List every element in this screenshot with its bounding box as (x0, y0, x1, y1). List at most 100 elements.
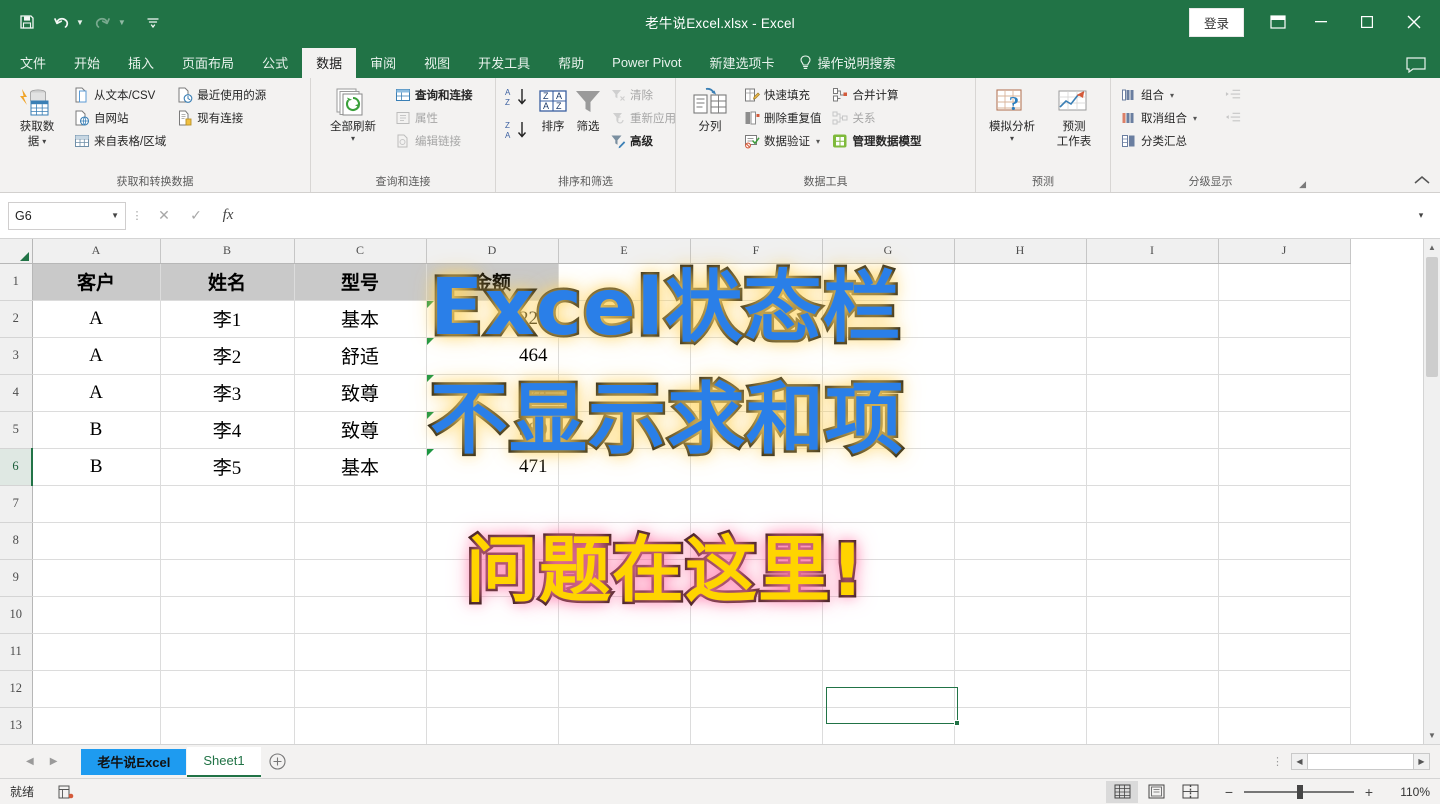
cell-G1[interactable] (822, 263, 955, 301)
zoom-in-icon[interactable]: + (1362, 784, 1376, 800)
cell-I6[interactable] (1086, 448, 1219, 486)
row-header-13[interactable]: 13 (0, 707, 33, 744)
cell-I13[interactable] (1086, 707, 1219, 744)
cell-J4[interactable] (1218, 374, 1351, 412)
expand-formula-bar-icon[interactable]: ▾ (1410, 210, 1432, 221)
subtotal-button[interactable]: 分类汇总 (1117, 130, 1202, 152)
cell-C8[interactable] (294, 522, 427, 560)
cell-H6[interactable] (954, 448, 1087, 486)
redo-dropdown-icon[interactable]: ▼ (118, 18, 126, 27)
cell-C11[interactable] (294, 633, 427, 671)
row-header-12[interactable]: 12 (0, 670, 33, 708)
tab-file[interactable]: 文件 (6, 48, 60, 78)
worksheet-grid[interactable]: A B C D E F G H I J 1 客户 姓名 型号 金额 2 A 李1 基本 222 3 A… (0, 239, 1440, 744)
what-if-analysis-button[interactable]: ? 模拟分析 ▾ (982, 82, 1042, 143)
cell-D8[interactable] (426, 522, 559, 560)
cell-H9[interactable] (954, 559, 1087, 597)
row-header-3[interactable]: 3 (0, 337, 33, 375)
column-header-a[interactable]: A (32, 239, 161, 264)
page-break-preview-icon[interactable] (1174, 781, 1206, 803)
cell-B2[interactable]: 李1 (160, 300, 295, 338)
sheet-tab-sheet1[interactable]: Sheet1 (187, 746, 261, 777)
cell-I11[interactable] (1086, 633, 1219, 671)
close-button[interactable] (1390, 0, 1438, 44)
cell-E8[interactable] (558, 522, 691, 560)
row-header-1[interactable]: 1 (0, 263, 33, 301)
cell-C9[interactable] (294, 559, 427, 597)
cell-C12[interactable] (294, 670, 427, 708)
ungroup-caret-icon[interactable]: ▾ (1193, 114, 1197, 123)
row-header-11[interactable]: 11 (0, 633, 33, 671)
cell-D7[interactable] (426, 485, 559, 523)
cell-A10[interactable] (32, 596, 161, 634)
manage-data-model-button[interactable]: 管理数据模型 (829, 130, 927, 152)
cell-J7[interactable] (1218, 485, 1351, 523)
collapse-ribbon-icon[interactable] (1414, 173, 1430, 188)
data-validation-caret-icon[interactable]: ▾ (816, 137, 820, 146)
cell-E4[interactable] (558, 374, 691, 412)
formula-input[interactable] (250, 201, 1410, 230)
column-header-e[interactable]: E (558, 239, 691, 264)
cell-E13[interactable] (558, 707, 691, 744)
cell-A2[interactable]: A (32, 300, 161, 338)
get-data-button[interactable]: 获取数 据 ▾ (6, 82, 68, 148)
cell-J1[interactable] (1218, 263, 1351, 301)
cell-F3[interactable] (690, 337, 823, 375)
prev-sheet-icon[interactable]: ◀ (26, 756, 34, 767)
cell-F9[interactable] (690, 559, 823, 597)
zoom-out-icon[interactable]: − (1222, 784, 1236, 800)
sort-az-button[interactable]: AZ (504, 86, 530, 113)
ungroup-button[interactable]: 取消组合 ▾ (1117, 107, 1202, 129)
maximize-button[interactable] (1344, 0, 1390, 44)
cell-C3[interactable]: 舒适 (294, 337, 427, 375)
cell-A1[interactable]: 客户 (32, 263, 161, 301)
cell-B11[interactable] (160, 633, 295, 671)
cell-I4[interactable] (1086, 374, 1219, 412)
cell-C2[interactable]: 基本 (294, 300, 427, 338)
cell-F5[interactable] (690, 411, 823, 449)
cell-H3[interactable] (954, 337, 1087, 375)
cell-F1[interactable] (690, 263, 823, 301)
cell-C4[interactable]: 致尊 (294, 374, 427, 412)
what-if-caret-icon[interactable]: ▾ (1010, 135, 1014, 143)
column-header-f[interactable]: F (690, 239, 823, 264)
cell-J8[interactable] (1218, 522, 1351, 560)
data-validation-button[interactable]: 数据验证 ▾ (740, 130, 827, 152)
tab-home[interactable]: 开始 (60, 48, 114, 78)
from-web-button[interactable]: 自网站 (70, 107, 171, 129)
zoom-slider[interactable] (1244, 784, 1354, 799)
enter-formula-icon[interactable]: ✓ (180, 202, 212, 230)
row-header-2[interactable]: 2 (0, 300, 33, 338)
cell-B7[interactable] (160, 485, 295, 523)
cell-J12[interactable] (1218, 670, 1351, 708)
cell-E9[interactable] (558, 559, 691, 597)
cell-B13[interactable] (160, 707, 295, 744)
column-header-d[interactable]: D (426, 239, 559, 264)
column-header-c[interactable]: C (294, 239, 427, 264)
refresh-all-button[interactable]: 全部刷新 ▾ (317, 82, 389, 143)
text-to-columns-button[interactable]: 分列 (682, 82, 738, 134)
cell-B12[interactable] (160, 670, 295, 708)
cell-B8[interactable] (160, 522, 295, 560)
cell-G13[interactable] (822, 707, 955, 744)
tab-data[interactable]: 数据 (302, 48, 357, 78)
row-header-7[interactable]: 7 (0, 485, 33, 523)
vertical-scroll-track[interactable] (1424, 378, 1440, 727)
cell-E7[interactable] (558, 485, 691, 523)
cell-G4[interactable] (822, 374, 955, 412)
cell-F8[interactable] (690, 522, 823, 560)
row-header-9[interactable]: 9 (0, 559, 33, 597)
outline-dialog-launcher[interactable]: ◢ (1299, 179, 1306, 190)
cell-E1[interactable] (558, 263, 691, 301)
chevron-down-icon[interactable] (138, 7, 168, 37)
cell-F11[interactable] (690, 633, 823, 671)
page-layout-icon[interactable] (1140, 781, 1172, 803)
cell-G8[interactable] (822, 522, 955, 560)
cell-B1[interactable]: 姓名 (160, 263, 295, 301)
scroll-right-icon[interactable]: ▶ (1413, 753, 1430, 770)
cell-A3[interactable]: A (32, 337, 161, 375)
cell-A5[interactable]: B (32, 411, 161, 449)
cell-D11[interactable] (426, 633, 559, 671)
cell-I12[interactable] (1086, 670, 1219, 708)
from-text-csv-button[interactable]: 从文本/CSV (70, 84, 171, 106)
